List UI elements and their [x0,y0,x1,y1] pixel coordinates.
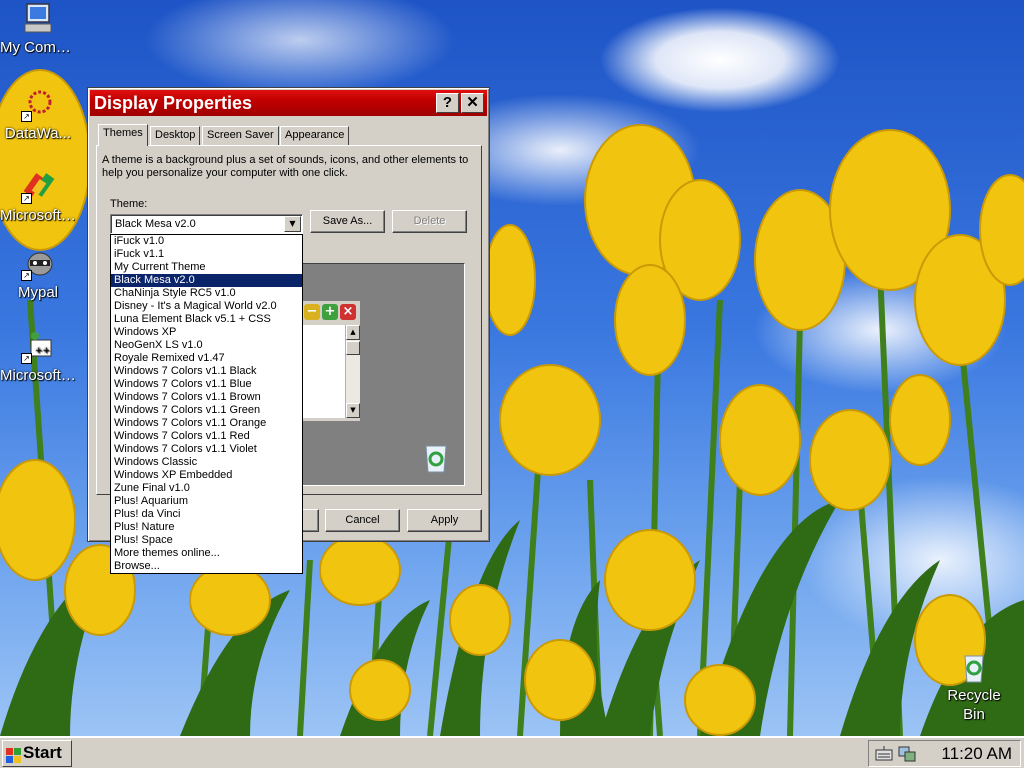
desktop-icon-recycle-bin[interactable]: Recycle Bin [936,650,1012,724]
theme-option[interactable]: iFuck v1.1 [111,248,302,261]
theme-option[interactable]: Windows 7 Colors v1.1 Green [111,404,302,417]
theme-option[interactable]: NeoGenX LS v1.0 [111,339,302,352]
theme-option[interactable]: Windows Classic [111,456,302,469]
desktop-icon-microsoft-visual-1[interactable]: ↗ Microsoft Visual ... [0,170,76,225]
system-tray: 11:20 AM [868,740,1021,767]
clock[interactable]: 11:20 AM [941,744,1012,764]
theme-option[interactable]: ChaNinja Style RC5 v1.0 [111,287,302,300]
svg-text:++: ++ [35,346,50,356]
theme-option[interactable]: Windows 7 Colors v1.1 Red [111,430,302,443]
shortcut-arrow-icon: ↗ [21,111,32,122]
theme-option[interactable]: More themes online... [111,547,302,560]
cancel-button[interactable]: Cancel [325,509,400,532]
computer-icon [21,2,55,36]
theme-option[interactable]: Black Mesa v2.0 [111,274,302,287]
desktop-icon-microsoft-visual-2[interactable]: ++ ↗ Microsoft Visual ... [0,330,76,385]
theme-select[interactable]: Black Mesa v2.0 ▼ [110,214,303,234]
theme-option[interactable]: Plus! da Vinci [111,508,302,521]
desktop-icon-datawa[interactable]: ↗ DataWa... [0,88,76,143]
keyboard-icon[interactable] [875,746,893,765]
shortcut-arrow-icon: ↗ [21,193,32,204]
scroll-down-icon: ▼ [346,403,360,418]
help-button[interactable]: ? [436,93,459,113]
recycle-bin-icon [957,650,991,684]
minimize-icon: − [304,304,320,320]
theme-label: Theme: [110,198,148,210]
tab-appearance[interactable]: Appearance [280,126,350,145]
chevron-down-icon[interactable]: ▼ [284,216,301,232]
theme-option[interactable]: Luna Element Black v5.1 + CSS [111,313,302,326]
start-button[interactable]: Start [2,740,72,767]
shortcut-arrow-icon: ↗ [21,270,32,281]
themes-description: A theme is a background plus a set of so… [102,154,469,179]
taskbar: Start 11:20 AM [0,736,1024,768]
theme-option[interactable]: My Current Theme [111,261,302,274]
scroll-thumb [346,341,360,355]
theme-option[interactable]: Windows 7 Colors v1.1 Black [111,365,302,378]
theme-preview: − + × ▲ ▼ [298,263,465,486]
theme-option[interactable]: Disney - It's a Magical World v2.0 [111,300,302,313]
preview-recycle-bin-icon [421,442,451,474]
dialog-title: Display Properties [94,93,253,113]
windows-logo-icon [6,746,21,763]
visual-studio-icon: ↗ [21,170,55,204]
shortcut-arrow-icon: ↗ [21,353,32,364]
network-icon[interactable] [897,745,917,766]
theme-option[interactable]: Windows 7 Colors v1.1 Brown [111,391,302,404]
scroll-up-icon: ▲ [346,325,360,340]
preview-sample-window: − + × ▲ ▼ [300,301,360,421]
theme-option[interactable]: Windows 7 Colors v1.1 Orange [111,417,302,430]
apply-button[interactable]: Apply [407,509,482,532]
theme-option[interactable]: Browse... [111,560,302,573]
close-icon: × [340,304,356,320]
theme-option[interactable]: Zune Final v1.0 [111,482,302,495]
visual-cpp-icon: ++ ↗ [21,330,55,364]
start-label: Start [23,743,62,762]
theme-dropdown-list[interactable]: iFuck v1.0 iFuck v1.1 My Current Theme Blac… [110,234,303,574]
desktop-icon-mypal[interactable]: ↗ Mypal [0,247,76,302]
save-as-button[interactable]: Save As... [310,210,385,233]
theme-option[interactable]: Royale Remixed v1.47 [111,352,302,365]
theme-option[interactable]: Plus! Aquarium [111,495,302,508]
theme-option[interactable]: Windows 7 Colors v1.1 Blue [111,378,302,391]
theme-option[interactable]: iFuck v1.0 [111,235,302,248]
theme-option[interactable]: Plus! Space [111,534,302,547]
dialog-titlebar[interactable]: Display Properties ? ✕ [90,90,487,116]
mypal-raccoon-icon: ↗ [21,247,55,281]
preview-scrollbar: ▲ ▼ [345,325,360,418]
tab-screen-saver[interactable]: Screen Saver [202,126,279,145]
theme-option[interactable]: Windows XP Embedded [111,469,302,482]
tab-desktop[interactable]: Desktop [150,126,201,145]
theme-option[interactable]: Windows XP [111,326,302,339]
theme-option[interactable]: Windows 7 Colors v1.1 Violet [111,443,302,456]
preview-client-area [301,325,345,418]
theme-option[interactable]: Plus! Nature [111,521,302,534]
close-button[interactable]: ✕ [461,93,484,113]
datawa-icon: ↗ [21,88,55,122]
desktop-icon-my-computer[interactable]: My Computer [0,2,76,57]
delete-button[interactable]: Delete [392,210,467,233]
maximize-icon: + [322,304,338,320]
theme-select-value: Black Mesa v2.0 [115,218,196,230]
tab-themes[interactable]: Themes [98,124,148,146]
